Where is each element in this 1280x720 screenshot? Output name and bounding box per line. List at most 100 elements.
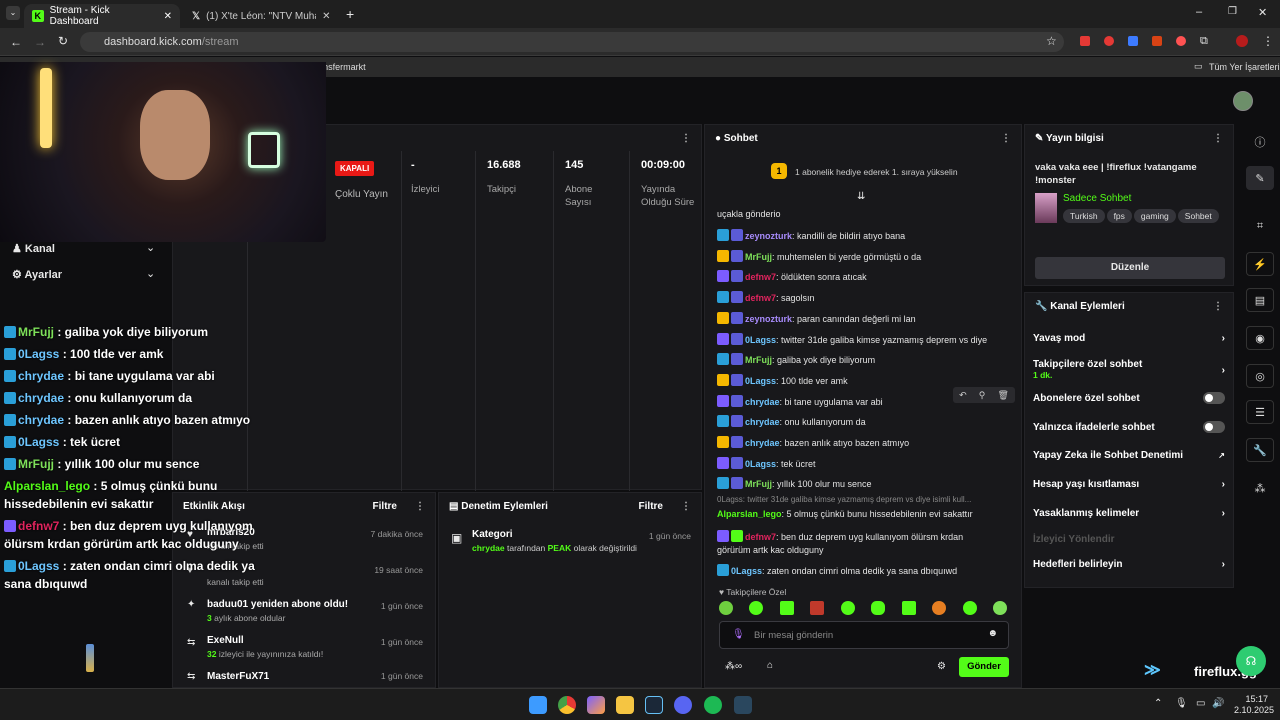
lightning-icon[interactable]: ⚡ — [1246, 252, 1274, 276]
goals-row[interactable]: Hedefleri belirleyin › — [1033, 559, 1225, 570]
account-age-row[interactable]: Hesap yaşı kısıtlaması › — [1033, 479, 1225, 490]
extension-icon[interactable] — [1128, 36, 1138, 46]
emote-icon[interactable] — [871, 601, 886, 615]
chat-bubble-icon[interactable]: ◉ — [1246, 326, 1274, 350]
pencil-icon[interactable]: ✎ — [1246, 166, 1274, 190]
edit-stream-button[interactable]: Düzenle — [1035, 257, 1225, 279]
tab-close-icon[interactable]: ✕ — [164, 11, 172, 22]
delete-icon[interactable]: 🗑 — [997, 390, 1008, 401]
actions-menu-icon[interactable]: ⋮ — [1213, 301, 1223, 312]
activity-filter-button[interactable]: Filtre — [373, 501, 397, 512]
chat-username[interactable]: chrydae — [745, 397, 780, 407]
emote-icon[interactable] — [901, 601, 916, 615]
chat-username[interactable]: defnw7 — [745, 532, 776, 542]
ai-moderation-row[interactable]: Yapay Zeka ile Sohbet Denetimi ↗ — [1033, 450, 1225, 461]
spotify-icon[interactable] — [704, 696, 722, 714]
chat-username[interactable]: 0Lagss — [745, 459, 776, 469]
emote-icon[interactable] — [992, 601, 1007, 615]
chat-username[interactable]: Alparslan_lego — [717, 509, 782, 519]
wrench-icon[interactable]: 🔧 — [1246, 438, 1274, 462]
chat-username[interactable]: 0Lagss — [731, 566, 762, 576]
chat-username[interactable]: MrFujj — [745, 479, 772, 489]
chat-username[interactable]: 0Lagss — [745, 335, 776, 345]
emote-icon[interactable] — [932, 601, 947, 615]
emote-icon[interactable] — [840, 601, 855, 615]
document-icon[interactable]: ▤ — [1246, 288, 1274, 312]
info-menu-icon[interactable]: ⋮ — [1213, 133, 1223, 144]
pinned-expand-icon[interactable]: ⇊ — [857, 191, 865, 202]
moderation-filter-button[interactable]: Filtre — [639, 501, 663, 512]
maximize-icon[interactable]: ❐ — [1228, 6, 1237, 17]
url-field[interactable]: dashboard.kick.com/stream — [80, 32, 1064, 52]
emote-icon[interactable] — [962, 601, 977, 615]
subs-only-toggle[interactable] — [1203, 392, 1225, 404]
stats-menu-icon[interactable]: ⋮ — [681, 133, 691, 144]
chrome-icon[interactable] — [558, 696, 576, 714]
emote-icon[interactable] — [719, 601, 733, 615]
tab-close-icon[interactable]: ✕ — [322, 11, 330, 22]
tab-search-icon[interactable]: ⌄ — [6, 6, 20, 20]
emoji-picker-icon[interactable]: ☻ — [987, 628, 998, 639]
chat-settings-icon[interactable]: ⚙ — [937, 661, 946, 672]
menu-settings[interactable]: ⚙ Ayarlar — [12, 268, 62, 281]
reload-icon[interactable]: ↻ — [58, 34, 68, 48]
file-explorer-icon[interactable] — [616, 696, 634, 714]
network-icon[interactable]: ▭ — [1196, 698, 1205, 709]
extension-icon[interactable] — [1152, 36, 1162, 46]
store-icon[interactable]: ⌂ — [767, 660, 773, 671]
bookmark-star-icon[interactable]: ☆ — [1046, 34, 1057, 48]
forward-icon[interactable]: → — [34, 35, 46, 49]
profile-avatar-icon[interactable] — [1236, 35, 1248, 47]
volume-icon[interactable]: 🔊 — [1212, 698, 1224, 709]
minimize-icon[interactable]: – — [1196, 6, 1202, 18]
chat-username[interactable]: chrydae — [745, 438, 780, 448]
windows-start-icon[interactable] — [529, 696, 547, 714]
user-avatar[interactable] — [1233, 91, 1253, 111]
microphone-icon[interactable]: 🎙 — [732, 629, 745, 640]
chat-username[interactable]: zeynozturk — [745, 314, 792, 324]
chat-username[interactable]: zeynozturk — [745, 231, 792, 241]
discord-icon[interactable] — [674, 696, 692, 714]
chat-input[interactable]: 🎙 Bir mesaj gönderin ☻ — [719, 621, 1009, 649]
steam-icon[interactable] — [734, 696, 752, 714]
pin-icon[interactable]: ⚲ — [979, 390, 986, 401]
info-icon[interactable]: ⓘ — [1246, 130, 1274, 154]
chat-menu-icon[interactable]: ⋮ — [1001, 133, 1011, 144]
followers-only-row[interactable]: Takipçilere özel sohbet 1 dk. › — [1033, 359, 1225, 381]
slow-mode-row[interactable]: Yavaş mod › — [1033, 333, 1225, 344]
clock[interactable]: 15:17 2.10.2025 — [1234, 694, 1274, 716]
chevron-down-icon[interactable]: ⌄ — [146, 267, 155, 280]
back-icon[interactable]: ← — [10, 35, 22, 49]
chevron-down-icon[interactable]: ⌄ — [146, 241, 155, 254]
chat-tools-icon[interactable]: ⁂∞ — [725, 661, 742, 672]
microphone-icon[interactable]: 🎙 — [1175, 698, 1188, 709]
chat-username[interactable]: MrFujj — [745, 355, 772, 365]
extension-icon[interactable] — [1080, 36, 1090, 46]
reply-icon[interactable]: ↶ — [959, 390, 967, 401]
banned-words-row[interactable]: Yasaklanmış kelimeler › — [1033, 508, 1225, 519]
menu-channel[interactable]: ♟ Kanal — [12, 242, 55, 255]
extension-icon[interactable] — [1104, 36, 1114, 46]
support-chat-icon[interactable]: ☊ — [1236, 646, 1266, 676]
emote-icon[interactable] — [779, 601, 794, 615]
moderation-menu-icon[interactable]: ⋮ — [681, 501, 691, 512]
emote-icon[interactable] — [749, 601, 764, 615]
extension-icon[interactable] — [1176, 36, 1186, 46]
steam-icon[interactable] — [645, 696, 663, 714]
crop-icon[interactable]: ⌗ — [1246, 214, 1274, 238]
chat-username[interactable]: 0Lagss — [745, 376, 776, 386]
tab-kick-dashboard[interactable]: K Stream - Kick Dashboard ✕ — [24, 4, 180, 28]
new-tab-icon[interactable]: + — [346, 6, 354, 22]
tab-x-post[interactable]: 𝕏 (1) X'te Léon: "NTV Muhabiri Ha ✕ — [184, 4, 340, 28]
layout-icon[interactable]: ☰ — [1246, 400, 1274, 424]
close-window-icon[interactable]: ✕ — [1258, 6, 1267, 19]
stream-category[interactable]: Sadece Sohbet — [1063, 193, 1131, 204]
apps-icon[interactable]: ⁂ — [1246, 476, 1274, 500]
chat-username[interactable]: defnw7 — [745, 293, 776, 303]
extensions-puzzle-icon[interactable]: ⧉ — [1200, 35, 1208, 48]
emote-icon[interactable] — [810, 601, 825, 615]
chat-username[interactable]: chrydae — [745, 417, 780, 427]
emotes-only-toggle[interactable] — [1203, 421, 1225, 433]
send-button[interactable]: Gönder — [959, 657, 1009, 677]
activity-menu-icon[interactable]: ⋮ — [415, 501, 425, 512]
